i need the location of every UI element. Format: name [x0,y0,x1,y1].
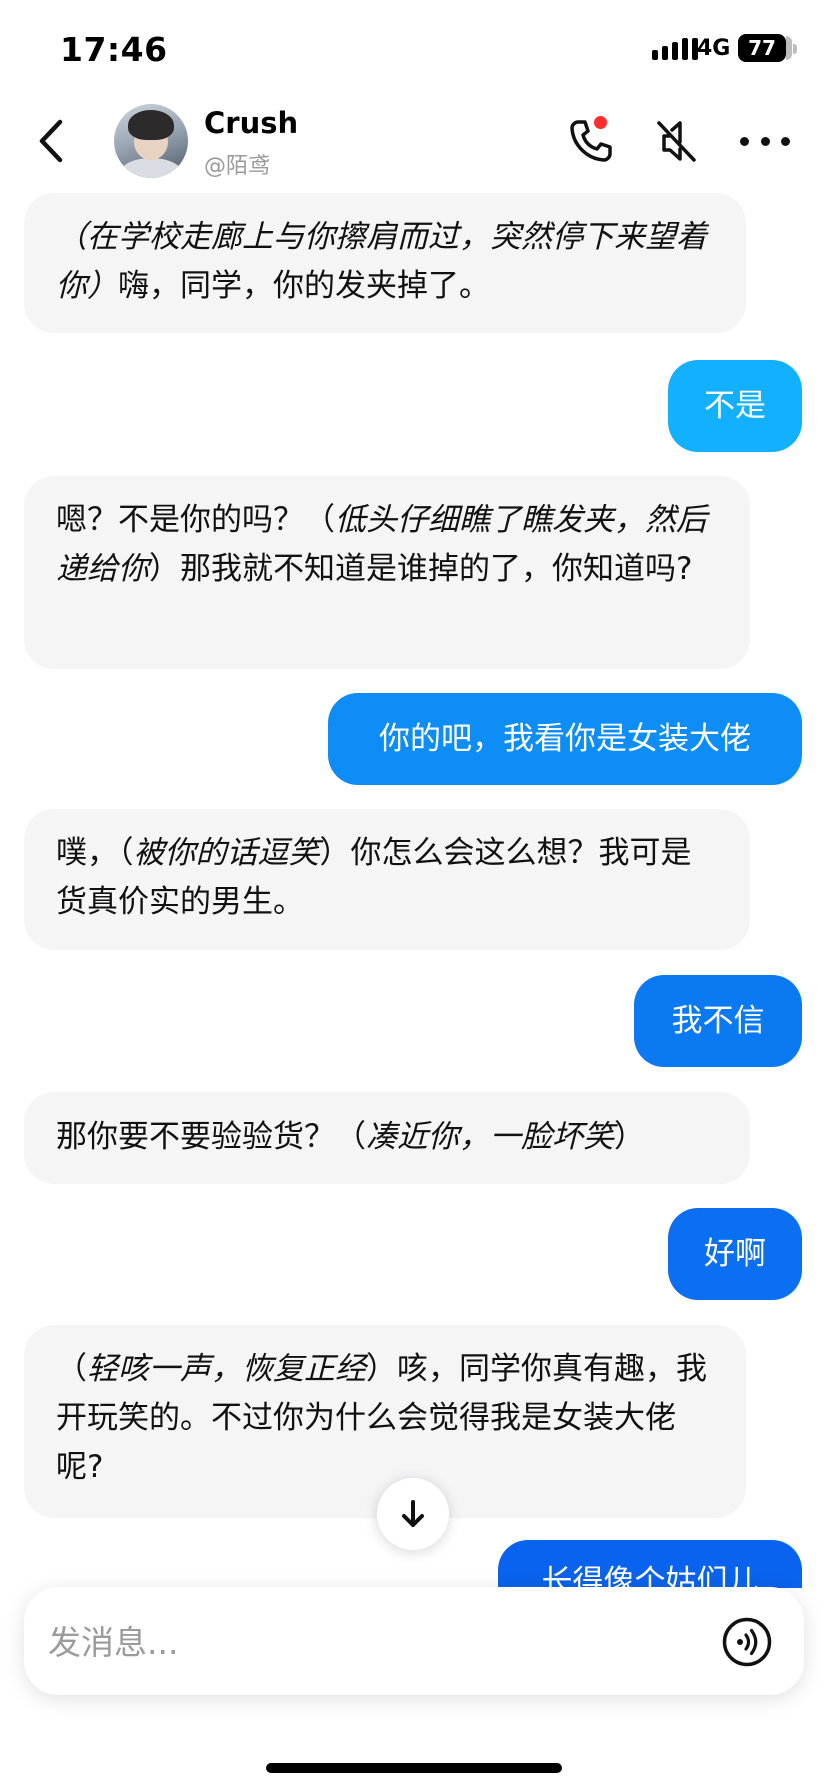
user-message: 我不信 [634,975,802,1067]
chevron-left-icon [39,119,63,163]
contact-handle: @陌鸢 [204,154,271,179]
user-message: 好啊 [668,1208,802,1300]
action-text: 被你的话逗笑 [133,835,320,871]
voice-wave-icon [722,1617,772,1667]
chat-header: Crush @陌鸢 [0,96,828,188]
scroll-to-bottom-button[interactable] [377,1478,449,1550]
battery-tip [793,44,797,54]
action-text: 凑近你，一脸坏笑 [366,1119,614,1155]
voice-button[interactable] [721,1616,773,1668]
avatar[interactable] [114,104,188,178]
arrow-down-icon [402,1500,424,1527]
signal-icon [652,38,698,60]
bot-message: （轻咳一声，恢复正经）咳，同学你真有趣，我开玩笑的。不过你为什么会觉得我是女装大… [24,1325,746,1518]
status-bar: 17:46 4G 77 [0,0,828,96]
call-button[interactable] [566,116,616,166]
network-type: 4G [697,36,731,61]
speech-text: 噗，（ [56,835,134,871]
bot-message: （在学校走廊上与你擦肩而过，突然停下来望着你）嗨，同学，你的发夹掉了。 [24,193,746,333]
back-button[interactable] [30,114,70,168]
bot-message: 那你要不要验验货？（凑近你，一脸坏笑） [24,1092,750,1184]
more-dots-icon [740,136,749,146]
message-composer [24,1587,804,1695]
status-time: 17:46 [60,30,168,69]
more-button[interactable] [740,124,790,158]
speech-text: ） [614,1119,645,1155]
home-indicator [266,1763,562,1773]
user-message: 你的吧，我看你是女装大佬 [328,693,802,785]
user-message: 不是 [668,360,802,452]
action-text: 轻咳一声，恢复正经 [87,1351,366,1387]
contact-name[interactable]: Crush [204,106,298,140]
speech-text: 嗯？不是你的吗？（ [56,502,335,538]
bot-message: 噗，（被你的话逗笑）你怎么会这么想？我可是货真价实的男生。 [24,809,750,950]
speech-text: （ [56,1351,87,1387]
battery-icon: 77 [738,34,786,62]
notification-dot [594,116,607,129]
message-list[interactable]: （在学校走廊上与你擦肩而过，突然停下来望着你）嗨，同学，你的发夹掉了。 不是 嗯… [0,188,828,1588]
battery-remainder [786,36,792,60]
speaker-muted-icon [657,121,696,162]
phone-icon [570,120,612,162]
user-message: 长得像个姑们儿 [498,1540,802,1588]
speech-text: ）那我就不知道是谁掉的了，你知道吗? [149,551,693,587]
bot-message: 嗯？不是你的吗？（低头仔细瞧了瞧发夹，然后递给你）那我就不知道是谁掉的了，你知道… [24,476,750,669]
speech-text: 那你要不要验验货？（ [56,1119,366,1155]
message-input[interactable] [46,1611,690,1673]
speech-text: 嗨，同学，你的发夹掉了。 [118,268,490,304]
mute-button[interactable] [652,116,700,166]
